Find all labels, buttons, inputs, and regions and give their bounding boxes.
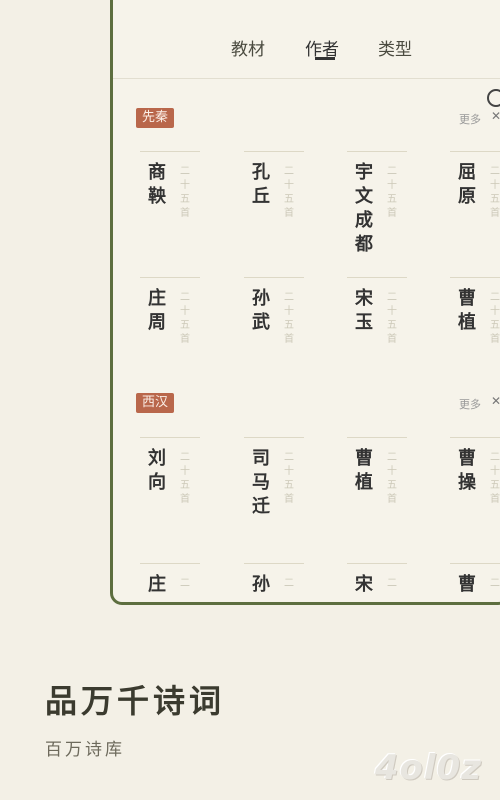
poem-count: 二 bbox=[490, 578, 500, 589]
close-icon[interactable]: ✕ bbox=[491, 109, 500, 123]
poem-count: 二 bbox=[180, 578, 190, 589]
tab-textbook[interactable]: 教材 bbox=[231, 35, 265, 60]
poem-count: 二 bbox=[387, 578, 397, 589]
card-divider bbox=[244, 563, 304, 564]
author-name: 商鞅 bbox=[148, 162, 166, 207]
section-tag-xihan: 西汉 bbox=[136, 393, 175, 413]
card-divider bbox=[347, 277, 407, 278]
author-name: 宋 bbox=[355, 574, 373, 595]
author-name: 孙 bbox=[252, 574, 270, 595]
author-name: 宇文成都 bbox=[355, 162, 373, 255]
card-divider bbox=[140, 277, 200, 278]
more-link-xianqin[interactable]: 更多 bbox=[459, 111, 481, 127]
author-name: 孙武 bbox=[252, 288, 270, 333]
card-divider bbox=[347, 437, 407, 438]
site-watermark-logo: 4ol0z bbox=[374, 748, 482, 788]
author-name: 庄周 bbox=[148, 288, 166, 333]
promo-tagline: 品万千诗词 bbox=[45, 682, 226, 720]
active-tab-indicator bbox=[315, 57, 335, 60]
poem-count: 二十五首 bbox=[387, 452, 397, 505]
author-name: 司马迁 bbox=[252, 448, 270, 517]
section-tag-xianqin: 先秦 bbox=[136, 108, 175, 128]
poem-count: 二十五首 bbox=[490, 452, 500, 505]
poem-count: 二十五首 bbox=[284, 292, 294, 345]
poem-count: 二十五首 bbox=[180, 292, 190, 345]
poem-count: 二十五首 bbox=[387, 166, 397, 219]
phone-mockup-frame: 教材 作者 类型 先秦 更多 ✕ 商鞅二十五首 孔丘二十五首 宇文成都二十五首 … bbox=[110, 0, 500, 605]
author-name: 刘向 bbox=[148, 448, 166, 493]
poem-count: 二十五首 bbox=[284, 166, 294, 219]
tab-bar: 教材 作者 类型 bbox=[113, 35, 500, 107]
card-divider bbox=[140, 563, 200, 564]
card-divider bbox=[244, 151, 304, 152]
author-name: 孔丘 bbox=[252, 162, 270, 207]
tab-type[interactable]: 类型 bbox=[378, 35, 412, 60]
card-divider bbox=[140, 437, 200, 438]
author-name: 宋玉 bbox=[355, 288, 373, 333]
poem-count: 二十五首 bbox=[284, 452, 294, 505]
author-name: 曹操 bbox=[458, 448, 476, 493]
author-name: 屈原 bbox=[458, 162, 476, 207]
card-divider bbox=[450, 151, 500, 152]
card-divider bbox=[450, 563, 500, 564]
poem-count: 二 bbox=[284, 578, 294, 589]
card-divider bbox=[347, 151, 407, 152]
poem-count: 二十五首 bbox=[490, 292, 500, 345]
header-divider bbox=[113, 78, 500, 79]
poem-count: 二十五首 bbox=[180, 452, 190, 505]
author-name: 曹植 bbox=[458, 288, 476, 333]
poem-count: 二十五首 bbox=[387, 292, 397, 345]
poem-count: 二十五首 bbox=[180, 166, 190, 219]
close-icon[interactable]: ✕ bbox=[491, 394, 500, 408]
search-icon[interactable] bbox=[487, 89, 500, 107]
card-divider bbox=[244, 437, 304, 438]
card-divider bbox=[450, 437, 500, 438]
author-name: 庄 bbox=[148, 574, 166, 595]
card-divider bbox=[347, 563, 407, 564]
promo-subline: 百万诗库 bbox=[45, 740, 125, 760]
poem-count: 二十五首 bbox=[490, 166, 500, 219]
card-divider bbox=[140, 151, 200, 152]
card-divider bbox=[244, 277, 304, 278]
card-divider bbox=[450, 277, 500, 278]
more-link-xihan[interactable]: 更多 bbox=[459, 396, 481, 412]
author-name: 曹 bbox=[458, 574, 476, 595]
author-name: 曹植 bbox=[355, 448, 373, 493]
